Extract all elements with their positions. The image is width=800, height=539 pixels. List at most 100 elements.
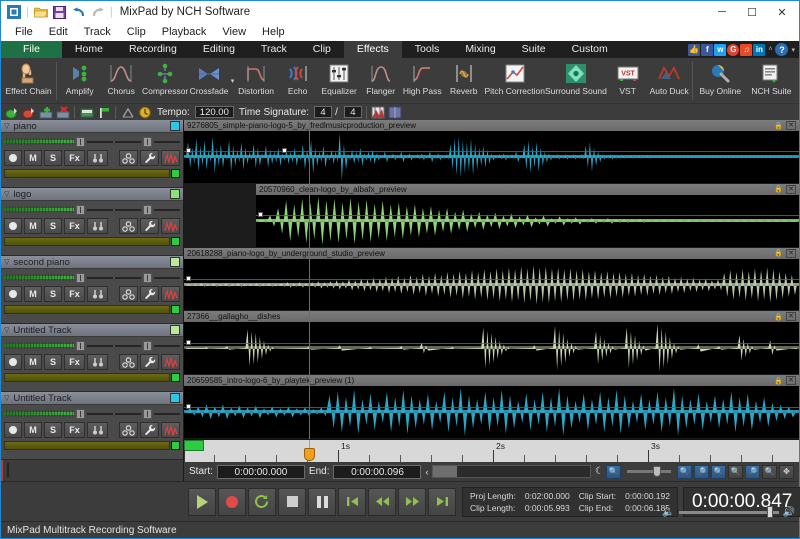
zoom-in-icon[interactable]: 🔍 xyxy=(677,465,692,479)
zoom-fit-icon[interactable]: 🔍 xyxy=(728,465,743,479)
track-volume-pan[interactable] xyxy=(4,408,180,419)
tab-tools[interactable]: Tools xyxy=(402,41,453,58)
volume-fader-track[interactable] xyxy=(4,208,74,211)
wrench-icon[interactable] xyxy=(140,150,159,166)
track-header-untitled-1[interactable]: ▽ Untitled Track M xyxy=(1,324,183,392)
track-header-untitled-2[interactable]: ▽ Untitled Track M xyxy=(1,392,183,460)
volume-fader-track[interactable] xyxy=(4,140,74,143)
moon-icon[interactable]: ☾ xyxy=(595,466,604,477)
volume-fader-knob[interactable] xyxy=(76,341,85,351)
stumbleupon-icon[interactable]: ♫ xyxy=(740,44,752,56)
save-icon[interactable] xyxy=(52,4,68,20)
record-button[interactable] xyxy=(218,488,246,516)
track-solo-button[interactable]: S xyxy=(44,218,62,234)
group-icon[interactable] xyxy=(119,286,138,302)
group-icon[interactable] xyxy=(119,354,138,370)
track-mute-button[interactable]: M xyxy=(24,354,42,370)
volume-fader-track[interactable] xyxy=(4,344,74,347)
clip-title-bar[interactable]: 20659585_intro-logo-6_by_playtek_preview… xyxy=(184,375,799,386)
track-io-button[interactable] xyxy=(87,286,108,302)
pan-knob[interactable] xyxy=(143,341,152,351)
normalize-icon[interactable] xyxy=(120,105,135,119)
group-icon[interactable] xyxy=(119,218,138,234)
pan-track-end[interactable] xyxy=(154,141,180,143)
volume-fader-track[interactable] xyxy=(4,276,74,279)
zoom-selection-icon[interactable]: 🔍 xyxy=(711,465,726,479)
ribbon-reverb[interactable]: Reverb xyxy=(443,59,485,103)
volume-fader-knob[interactable] xyxy=(76,137,85,147)
track-fx-button[interactable]: Fx xyxy=(64,286,85,302)
volume-fader-knob[interactable] xyxy=(76,205,85,215)
tab-clip[interactable]: Clip xyxy=(300,41,344,58)
ribbon-distortion[interactable]: Distortion xyxy=(235,59,277,103)
lock-icon[interactable]: 🔒 xyxy=(774,249,783,257)
twitter-icon[interactable]: w xyxy=(714,44,726,56)
track-volume-pan[interactable] xyxy=(4,136,180,147)
ribbon-compressor[interactable]: Compressor xyxy=(142,59,188,103)
track-header-piano[interactable]: ▽ piano M S xyxy=(1,120,183,188)
waveform-icon[interactable] xyxy=(161,218,180,234)
track-title-bar[interactable]: ▽ logo xyxy=(1,188,183,201)
clip-title-bar[interactable]: 9276805_simple-piano-logo-5_by_fredlmusi… xyxy=(184,120,799,131)
track-volume-pan[interactable] xyxy=(4,272,180,283)
audio-clip[interactable]: 20570960_clean-logo_by_albafx_preview 🔒 … xyxy=(256,184,799,247)
pan-track-right[interactable] xyxy=(115,345,141,347)
track-header-second-piano[interactable]: ▽ second piano M xyxy=(1,256,183,324)
menu-edit[interactable]: Edit xyxy=(41,23,76,41)
help-icon[interactable]: ? xyxy=(775,43,788,56)
play-button[interactable] xyxy=(188,488,216,516)
wrench-icon[interactable] xyxy=(140,286,159,302)
lock-icon[interactable]: 🔒 xyxy=(774,185,783,193)
tab-custom[interactable]: Custom xyxy=(559,41,621,58)
pan-track-left[interactable] xyxy=(87,141,113,143)
undo-icon[interactable] xyxy=(71,4,87,20)
clip-title-bar[interactable]: 27366__gallagho__dishes 🔒 ✕ xyxy=(184,311,799,322)
track-title-bar[interactable]: ▽ Untitled Track xyxy=(1,324,183,337)
audio-clip[interactable]: 20659585_intro-logo-6_by_playtek_preview… xyxy=(184,375,799,438)
time-signature-denominator[interactable]: 4 xyxy=(344,106,362,118)
clip-volume-handle[interactable] xyxy=(282,148,287,153)
save-file-icon[interactable] xyxy=(21,105,36,119)
collapse-icon[interactable]: ▽ xyxy=(4,326,9,334)
track-color-swatch[interactable] xyxy=(170,189,180,199)
clip-row[interactable]: 27366__gallagho__dishes 🔒 ✕ xyxy=(184,311,799,375)
pan-track-end[interactable] xyxy=(154,209,180,211)
zoom-slider-knob[interactable] xyxy=(653,466,661,477)
close-button[interactable]: ✕ xyxy=(767,1,797,23)
tab-effects[interactable]: Effects xyxy=(344,41,402,58)
collapse-icon[interactable]: ▽ xyxy=(4,122,9,130)
menu-help[interactable]: Help xyxy=(254,23,293,41)
tab-editing[interactable]: Editing xyxy=(190,41,248,58)
ribbon-chorus[interactable]: Chorus xyxy=(100,59,142,103)
waveform-icon[interactable] xyxy=(161,354,180,370)
menu-clip[interactable]: Clip xyxy=(119,23,154,41)
skip-end-button[interactable] xyxy=(428,488,456,516)
wrench-icon[interactable] xyxy=(140,354,159,370)
skip-start-button[interactable] xyxy=(338,488,366,516)
pan-track-left[interactable] xyxy=(87,413,113,415)
audio-clip[interactable]: 9276805_simple-piano-logo-5_by_fredlmusi… xyxy=(184,120,799,183)
tab-suite[interactable]: Suite xyxy=(509,41,559,58)
menu-view[interactable]: View xyxy=(214,23,254,41)
tempo-input[interactable]: 120.00 xyxy=(195,106,234,118)
add-track-icon[interactable] xyxy=(38,105,53,119)
tab-recording[interactable]: Recording xyxy=(116,41,190,58)
zoom-region-icon[interactable]: 🔍 xyxy=(606,465,621,479)
zoom-out-icon[interactable]: 🔎 xyxy=(694,465,709,479)
zoom-slider[interactable] xyxy=(627,470,671,473)
master-volume-slider[interactable] xyxy=(679,511,779,514)
minimize-button[interactable]: ─ xyxy=(707,1,737,23)
fast-forward-button[interactable] xyxy=(398,488,426,516)
track-color-swatch[interactable] xyxy=(170,257,180,267)
menu-file[interactable]: File xyxy=(7,23,41,41)
panel-icon[interactable] xyxy=(388,105,403,119)
lock-icon[interactable]: 🔒 xyxy=(774,122,783,130)
collapse-icon[interactable]: ▽ xyxy=(4,394,9,402)
google-plus-icon[interactable]: G xyxy=(727,44,739,56)
track-fx-button[interactable]: Fx xyxy=(64,218,85,234)
clip-area[interactable]: 9276805_simple-piano-logo-5_by_fredlmusi… xyxy=(184,120,799,439)
master-volume-knob[interactable] xyxy=(767,506,773,518)
playhead-cursor[interactable] xyxy=(309,120,310,439)
tab-home[interactable]: Home xyxy=(62,41,116,58)
close-icon[interactable]: ✕ xyxy=(786,121,796,130)
